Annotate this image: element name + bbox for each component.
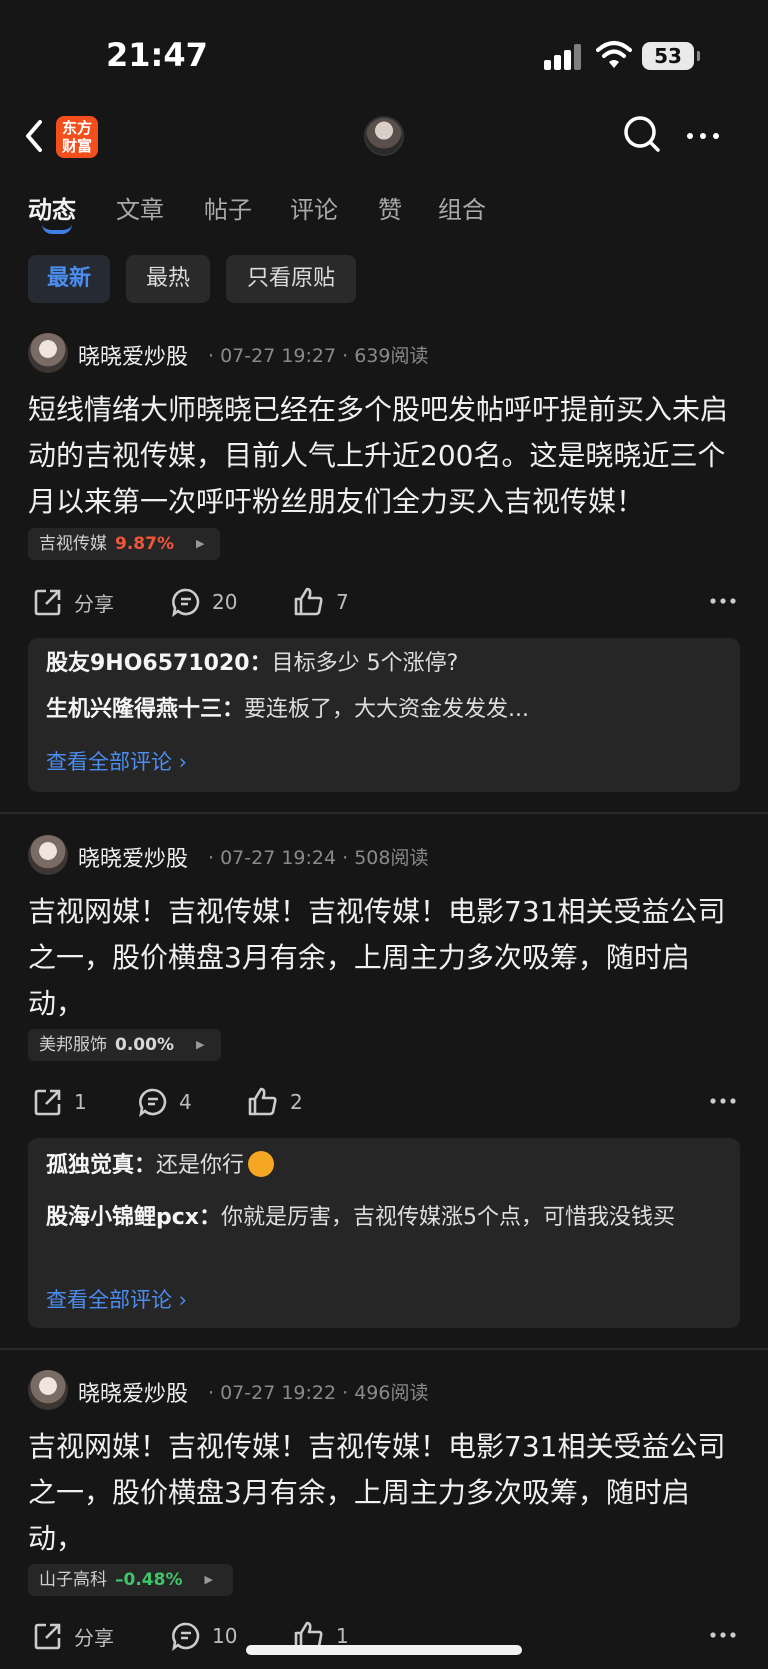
author-name[interactable]: 晓晓爱炒股 [78,841,188,873]
tab-pinglun[interactable]: 评论 [290,190,338,225]
app-logo: 东方 财富 [56,116,98,158]
share-button[interactable]: 分享 [32,1616,114,1656]
tab-zuhe[interactable]: 组合 [438,190,486,225]
battery-indicator: 53 [642,42,700,70]
avatar[interactable] [28,1370,68,1410]
comment-icon [172,1622,200,1651]
status-time: 21:47 [106,36,208,74]
share-icon [34,1089,61,1116]
stock-name: 吉视传媒 [39,534,107,554]
thumbs-up-icon [294,587,323,616]
comment-button[interactable]: 4 [137,1082,192,1122]
comment-item[interactable]: 股友9HO6571020：目标多少 5个涨停? [46,646,718,682]
post-text[interactable]: 吉视网媒！吉视传媒！吉视传媒！电影731相关受益公司之一，股价横盘3月有余，上周… [28,889,744,1027]
filter-original-only[interactable]: 只看原贴 [226,255,356,303]
stock-tag[interactable]: 山子高科 –0.48% ▶ [28,1564,233,1596]
divider [0,812,768,814]
comment-item[interactable]: 生机兴隆得燕十三：要连板了，大大资金发发发... [46,692,718,728]
stock-tag[interactable]: 吉视传媒 9.87% ▶ [28,528,220,560]
share-icon [34,589,61,616]
share-button[interactable]: 分享 [32,582,114,622]
search-icon[interactable] [622,114,662,154]
author-name[interactable]: 晓晓爱炒股 [78,1376,188,1408]
comment-item[interactable]: 股海小锦鲤pcx：你就是厉害，吉视传媒涨5个点，可惜我没钱买 [46,1200,718,1236]
more-options-icon[interactable] [686,132,720,140]
stock-name: 山子高科 [39,1570,107,1590]
stock-change: –0.48% [115,1570,183,1590]
comment-text: 还是你行 [156,1153,245,1178]
like-button[interactable]: 7 [292,582,349,622]
comment-item[interactable]: 孤独觉真：还是你行 [46,1148,718,1184]
post-more-icon[interactable] [710,598,736,604]
post-meta: · 07-27 19:27 · 639阅读 [208,345,429,367]
stock-change: 0.00% [115,1035,174,1055]
commenter-name[interactable]: 股海小锦鲤pcx： [46,1205,221,1230]
cellular-signal-icon [544,44,584,70]
filter-hot[interactable]: 最热 [126,255,210,303]
tab-tiezi[interactable]: 帖子 [204,190,252,225]
post-actions: 1 4 2 [0,1082,768,1122]
post-meta: · 07-27 19:24 · 508阅读 [208,847,429,869]
status-bar: 21:47 53 [0,0,768,112]
post-more-icon[interactable] [710,1632,736,1638]
play-arrow-icon: ▶ [195,1038,205,1051]
post-text[interactable]: 吉视网媒！吉视传媒！吉视传媒！电影731相关受益公司之一，股价横盘3月有余，上周… [28,1424,744,1562]
play-arrow-icon: ▶ [204,1573,213,1586]
home-indicator[interactable] [246,1645,522,1655]
comment-text: 目标多少 5个涨停? [271,651,459,676]
like-button[interactable]: 2 [246,1082,303,1122]
stock-name: 美邦服饰 [39,1035,107,1055]
commenter-name[interactable]: 生机兴隆得燕十三： [46,697,244,722]
tab-dongtai[interactable]: 动态 [28,190,76,225]
post-more-icon[interactable] [710,1098,736,1104]
profile-avatar[interactable] [364,116,404,156]
share-icon [34,1623,61,1650]
post-actions: 分享 20 7 [0,582,768,622]
post-meta: · 07-27 19:22 · 496阅读 [208,1382,429,1404]
thumbs-up-icon [248,1087,277,1116]
stock-tag[interactable]: 美邦服饰 0.00% ▶ [28,1029,221,1061]
see-all-comments-link[interactable]: 查看全部评论 › [46,746,187,776]
divider [0,1348,768,1350]
comment-icon [139,1088,167,1117]
comment-text: 要连板了，大大资金发发发... [244,697,529,722]
comment-button[interactable]: 20 [170,582,237,622]
tab-bar: 动态 文章 帖子 评论 赞 组合 [0,180,768,240]
commenter-name[interactable]: 股友9HO6571020： [46,651,272,676]
tab-wenzhang[interactable]: 文章 [116,190,164,225]
play-arrow-icon: ▶ [195,537,205,550]
comment-preview-box: 孤独觉真：还是你行 股海小锦鲤pcx：你就是厉害，吉视传媒涨5个点，可惜我没钱买… [28,1138,740,1328]
blushing-face-emoji-icon [248,1151,275,1177]
stock-change: 9.87% [115,534,174,554]
filter-latest[interactable]: 最新 [28,255,110,303]
comment-preview-box: 股友9HO6571020：目标多少 5个涨停? 生机兴隆得燕十三：要连板了，大大… [28,638,740,792]
comment-button[interactable]: 10 [170,1616,237,1656]
back-arrow-icon[interactable] [22,116,46,156]
tab-zan[interactable]: 赞 [378,190,402,225]
wifi-icon [596,41,632,68]
avatar[interactable] [28,333,68,373]
top-nav: 东方 财富 [0,108,768,168]
active-tab-indicator [42,224,72,234]
post-text[interactable]: 短线情绪大师晓晓已经在多个股吧发帖呼吁提前买入未启动的吉视传媒，目前人气上升近2… [28,387,744,525]
commenter-name[interactable]: 孤独觉真： [46,1153,156,1178]
comment-text: 你就是厉害，吉视传媒涨5个点，可惜我没钱买 [220,1205,675,1230]
avatar[interactable] [28,835,68,875]
share-button[interactable]: 1 [32,1082,87,1122]
author-name[interactable]: 晓晓爱炒股 [78,339,188,371]
see-all-comments-link[interactable]: 查看全部评论 › [46,1284,187,1314]
comment-icon [172,588,200,617]
